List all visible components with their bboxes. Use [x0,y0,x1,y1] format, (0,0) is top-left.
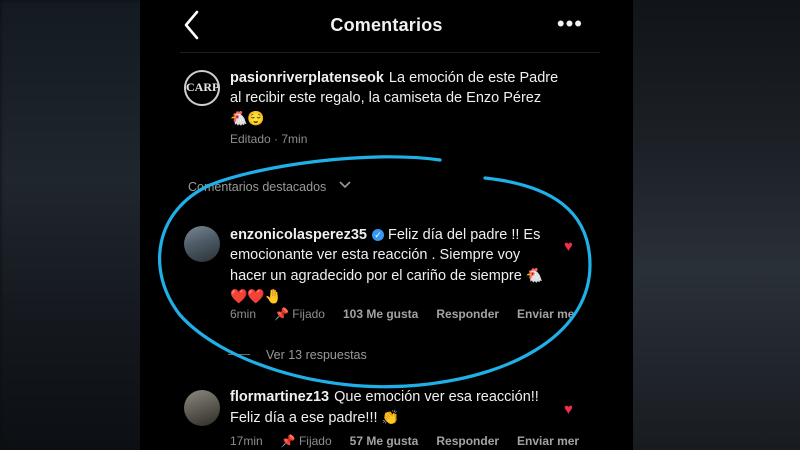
comment-actions: 17min 📌 Fijado 57 Me gusta Responder Enviar … [230,434,597,448]
post-emojis: 🐔😌 [230,110,265,126]
like-heart-icon[interactable]: ♥ [564,401,573,418]
comment-time: 6min [230,307,257,321]
highlighted-comments-toggle[interactable]: Comentarios destacados [188,180,352,194]
comments-screen: Comentarios ••• CARP pasionriverplatense… [140,0,633,450]
post-edited-time: Editado · 7min [230,132,308,146]
comment-text: flormartinez13 Que emoción ver esa reacci… [230,387,560,428]
highlighted-label: Comentarios destacados [188,180,327,194]
more-horizontal-icon[interactable]: ••• [557,13,583,35]
post-caption: pasionriverplatenseok La emoción de este … [230,68,570,129]
send-button[interactable]: Enviar mer [517,434,579,448]
view-replies-label: Ver 13 respuestas [266,348,367,362]
comment-text: enzonicolasperez35 ✓ Feliz día del padre !… [230,225,550,307]
divider [180,52,600,53]
chevron-down-icon [339,181,351,189]
likes-count[interactable]: 57 Me gusta [350,434,419,448]
verified-badge-icon: ✓ [372,229,384,241]
like-heart-icon[interactable]: ♥ [564,238,573,255]
comment-emojis: 👏 [381,409,399,425]
comment-username[interactable]: enzonicolasperez35 [230,227,367,243]
header: Comentarios ••• [140,0,633,52]
avatar[interactable]: CARP [184,70,220,106]
comment-time: 17min [230,434,263,448]
reply-button[interactable]: Responder [436,307,499,321]
background-right-blur [630,0,800,450]
comment-username[interactable]: flormartinez13 [230,389,329,405]
reply-button[interactable]: Responder [436,434,499,448]
comment-actions: 6min 📌 Fijado 103 Me gusta Responder Enviar … [230,307,592,321]
post-meta: Editado · 7min [230,132,325,146]
pinned-label: 📌 Fijado [280,434,332,448]
divider [228,354,250,355]
send-button[interactable]: Enviar me [517,307,574,321]
pinned-label: 📌 Fijado [274,307,325,321]
likes-count[interactable]: 103 Me gusta [343,307,418,321]
view-replies-button[interactable]: Ver 13 respuestas [228,348,367,362]
avatar[interactable] [184,226,220,262]
avatar[interactable] [184,390,220,426]
avatar-logo-text: CARP [186,80,220,94]
post-username[interactable]: pasionriverplatenseok [230,70,384,86]
